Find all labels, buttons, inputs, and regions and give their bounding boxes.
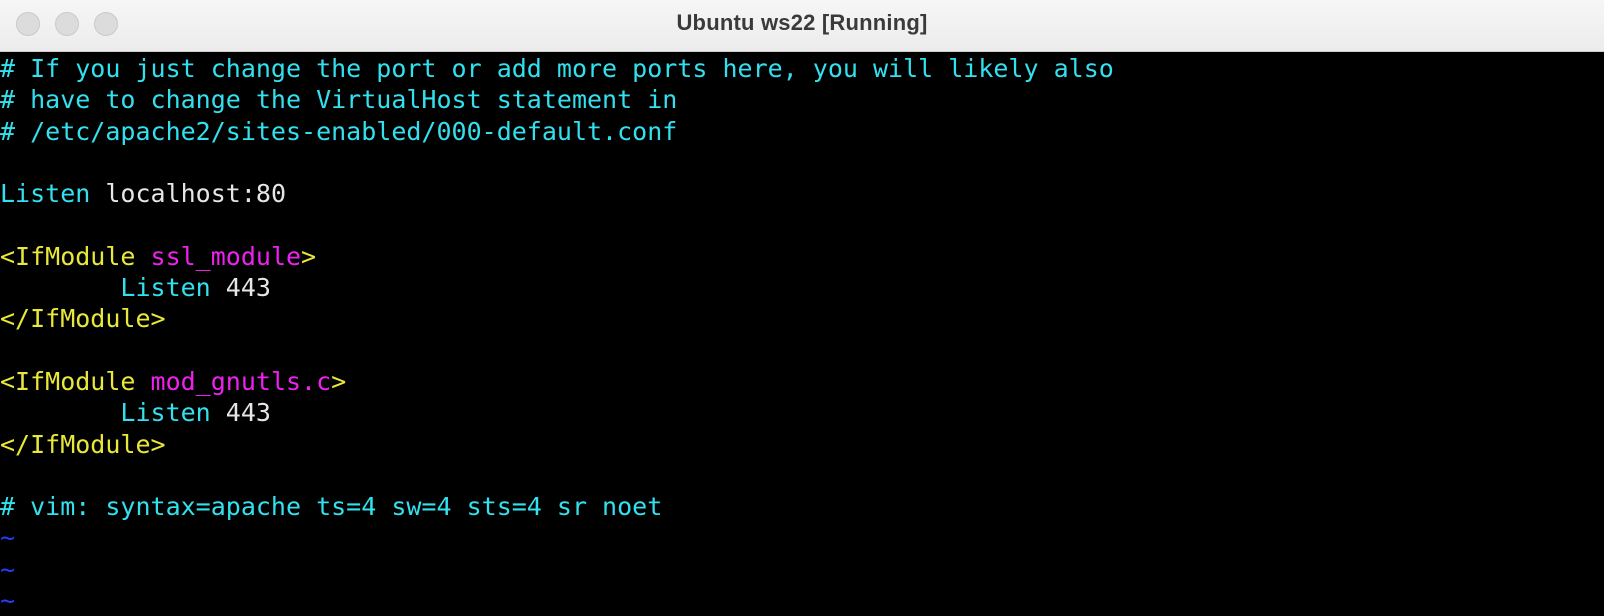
empty-buffer-marker: ~ [0,586,16,616]
tag-close: > [301,241,317,271]
tag-open: <IfModule [0,241,136,271]
vim-editor[interactable]: # If you just change the port or add mor… [0,53,1604,616]
listen-directive-line: Listen localhost:80 [0,178,1604,209]
empty-buffer-marker: ~ [0,523,16,553]
comment-line: # have to change the VirtualHost stateme… [0,85,678,115]
ifmodule-open-line: <IfModule ssl_module> [0,241,1604,272]
window-title: Ubuntu ws22 [Running] [676,10,928,35]
listen-directive-line: Listen 443 [0,397,1604,428]
modeline-comment: # vim: syntax=apache ts=4 sw=4 sts=4 sr … [0,492,663,522]
tag-open: <IfModule [0,366,136,396]
comment-line: # If you just change the port or add mor… [0,54,1114,83]
directive-keyword: Listen [120,273,211,303]
empty-buffer-marker: ~ [0,554,16,584]
listen-directive-line: Listen 443 [0,272,1604,303]
directive-value: localhost:80 [105,179,286,209]
module-name: ssl_module [150,241,302,271]
title-bar: Ubuntu ws22 [Running] [0,0,1604,52]
comment-line: # /etc/apache2/sites-enabled/000-default… [0,116,678,146]
vm-window: Ubuntu ws22 [Running] # If you just chan… [0,0,1604,616]
ifmodule-open-line: <IfModule mod_gnutls.c> [0,366,1604,397]
directive-value: 443 [225,273,271,303]
directive-keyword: Listen [0,179,91,209]
directive-keyword: Listen [120,398,211,428]
directive-value: 443 [225,398,271,428]
ifmodule-close-line: </IfModule> [0,429,166,459]
module-name: mod_gnutls.c [150,366,332,396]
ifmodule-close-line: </IfModule> [0,304,166,334]
tag-close: > [331,366,347,396]
